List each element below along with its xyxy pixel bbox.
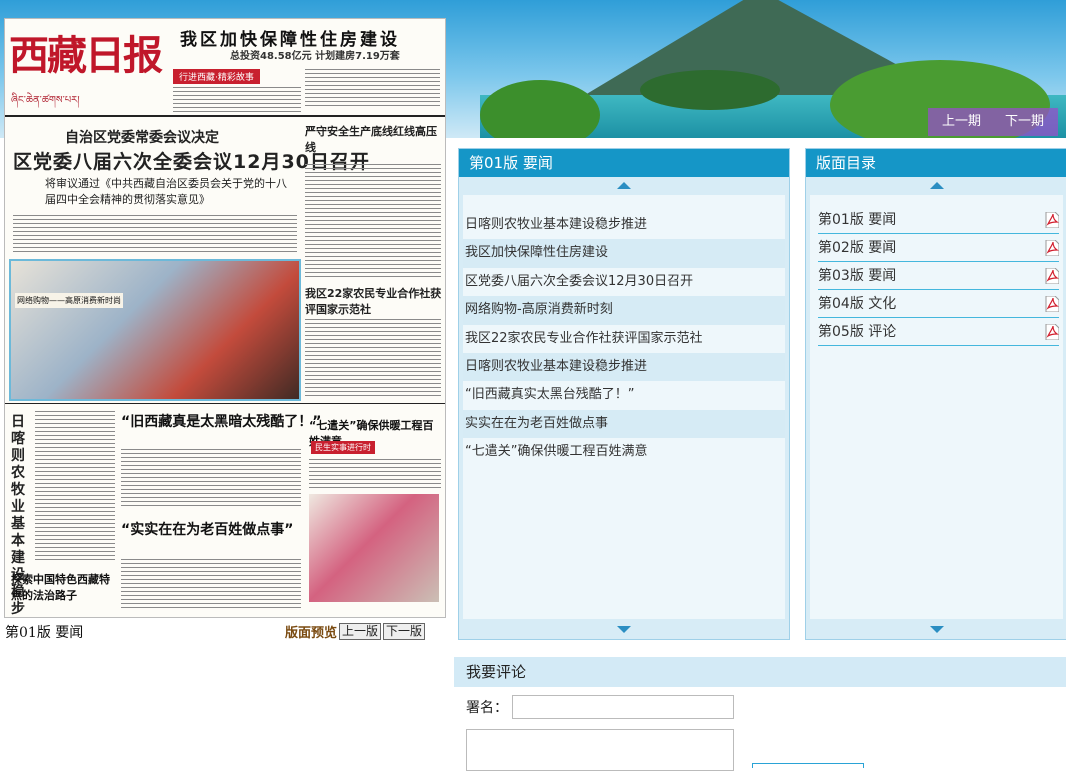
page-directory-body: 第01版 要闻 第02版 要闻 第03版 要闻 第04版 文化 第05版 评论 xyxy=(810,195,1063,619)
paper-text-block xyxy=(173,87,301,117)
scroll-down-icon[interactable] xyxy=(459,623,789,639)
name-row: 署名： xyxy=(466,695,734,719)
banner-island xyxy=(640,70,780,110)
page-directory-panel: 版面目录 第01版 要闻 第02版 要闻 第03版 要闻 第04版 文化 第05… xyxy=(805,148,1066,640)
page-directory-item[interactable]: 第02版 要闻 xyxy=(818,235,1059,262)
paper-tibetan-title: ཞིང་ཆེན་ཚགས་པར། xyxy=(11,95,80,106)
paper-lead-kicker: 自治区党委常委会议决定 xyxy=(65,130,219,146)
article-link[interactable]: 区党委八届六次全委会议12月30日召开 xyxy=(463,268,785,296)
paper-top-subhead: 总投资48.58亿元 计划建房7.19万套 xyxy=(230,51,400,62)
pdf-icon[interactable] xyxy=(1045,240,1059,256)
article-list-panel: 第01版 要闻 日喀则农牧业基本建设稳步推进 我区加快保障性住房建设 区党委八届… xyxy=(458,148,790,640)
paper-text-block xyxy=(35,411,115,561)
article-link[interactable]: 实实在在为老百姓做点事 xyxy=(463,409,785,439)
preview-label: 版面预览 xyxy=(285,626,338,641)
page-caption: 第01版 要闻 xyxy=(5,625,84,641)
prev-page-button[interactable]: 上一版 xyxy=(339,623,382,640)
page-link[interactable]: 第05版 评论 xyxy=(818,324,896,340)
article-link[interactable]: 我区加快保障性住房建设 xyxy=(463,239,785,268)
paper-bottom-left-headline: 探索中国特色西藏特点的法治路子 xyxy=(11,573,110,602)
paper-text-block xyxy=(121,449,301,509)
paper-text-block xyxy=(309,459,441,489)
paper-top-tag: 行进西藏·精彩故事 xyxy=(173,69,260,84)
page-directory-item[interactable]: 第03版 要闻 xyxy=(818,263,1059,290)
scroll-down-icon[interactable] xyxy=(806,623,1066,639)
paper-rule xyxy=(5,403,445,404)
paper-text-block xyxy=(305,164,441,279)
paper-rule xyxy=(5,115,445,117)
scroll-up-icon[interactable] xyxy=(459,177,789,193)
paper-mid-headline: “旧西藏真是太黑暗太残酷了！” xyxy=(121,414,322,430)
page-directory-item[interactable]: 第04版 文化 xyxy=(818,291,1059,318)
article-link[interactable]: 日喀则农牧业基本建设稳步推进 xyxy=(463,211,785,239)
page-directory-item[interactable]: 第01版 要闻 xyxy=(818,207,1059,234)
paper-side-headline-2: 我区22家农民专业合作社获评国家示范社 xyxy=(305,287,442,316)
page-directory-item[interactable]: 第05版 评论 xyxy=(818,319,1059,346)
paper-text-block xyxy=(13,215,297,253)
comment-title: 我要评论 xyxy=(454,657,1066,687)
paper-text-block xyxy=(305,319,441,399)
paper-photo-2 xyxy=(309,494,439,602)
article-link[interactable]: 日喀则农牧业基本建设稳步推进 xyxy=(463,352,785,382)
article-link[interactable]: 我区22家农民专业合作社获评国家示范社 xyxy=(463,325,785,353)
article-list: 日喀则农牧业基本建设稳步推进 我区加快保障性住房建设 区党委八届六次全委会议12… xyxy=(463,195,785,467)
page-directory-title: 版面目录 xyxy=(806,149,1066,177)
paper-text-block xyxy=(305,69,440,109)
page-directory-list: 第01版 要闻 第02版 要闻 第03版 要闻 第04版 文化 第05版 评论 xyxy=(810,195,1063,346)
pdf-icon[interactable] xyxy=(1045,324,1059,340)
paper-photo xyxy=(9,259,301,401)
newspaper-page-image[interactable]: 西藏日报 ཞིང་ཆེན་ཚགས་པར། 我区加快保障性住房建设 总投资48.5… xyxy=(4,18,446,618)
scroll-up-icon[interactable] xyxy=(806,177,1066,193)
pdf-icon[interactable] xyxy=(1045,268,1059,284)
submit-button[interactable] xyxy=(752,763,864,768)
issue-nav: 上一期 下一期 xyxy=(927,108,1058,136)
next-issue-link[interactable]: 下一期 xyxy=(995,108,1054,136)
pdf-icon[interactable] xyxy=(1045,296,1059,312)
page-link[interactable]: 第02版 要闻 xyxy=(818,240,896,256)
article-list-body: 日喀则农牧业基本建设稳步推进 我区加快保障性住房建设 区党委八届六次全委会议12… xyxy=(463,195,785,619)
page-link[interactable]: 第04版 文化 xyxy=(818,296,896,312)
name-field[interactable] xyxy=(512,695,734,719)
name-label: 署名： xyxy=(466,700,508,716)
paper-photo-caption: 网络购物——高原消费新时尚 xyxy=(15,293,123,308)
article-link[interactable]: 网络购物-高原消费新时刻 xyxy=(463,296,785,325)
paper-side-headline: 严守安全生产底线红线高压线 xyxy=(305,125,437,154)
article-list-title: 第01版 要闻 xyxy=(459,149,789,177)
paper-bottom-headline: “实实在在为老百姓做点事” xyxy=(121,522,294,538)
comment-section: 我要评论 署名： xyxy=(454,657,1066,771)
page-preview-bar: 版面预览 上一版 下一版 xyxy=(285,622,426,641)
next-page-button[interactable]: 下一版 xyxy=(383,623,426,640)
page-link[interactable]: 第03版 要闻 xyxy=(818,268,896,284)
paper-red-tag: 民生实事进行时 xyxy=(311,441,375,454)
paper-masthead: 西藏日报 xyxy=(9,32,163,79)
page-link[interactable]: 第01版 要闻 xyxy=(818,212,896,228)
prev-issue-link[interactable]: 上一期 xyxy=(932,108,991,136)
article-link[interactable]: “旧西藏真实太黑台残酷了！” xyxy=(463,381,785,409)
article-link[interactable]: “七遣关”确保供暖工程百姓满意 xyxy=(463,438,785,466)
pdf-icon[interactable] xyxy=(1045,212,1059,228)
paper-lead-deck: 将审议通过《中共西藏自治区委员会关于党的十八届四中全会精神的贯彻落实意见》 xyxy=(45,177,287,206)
paper-text-block xyxy=(121,559,301,609)
